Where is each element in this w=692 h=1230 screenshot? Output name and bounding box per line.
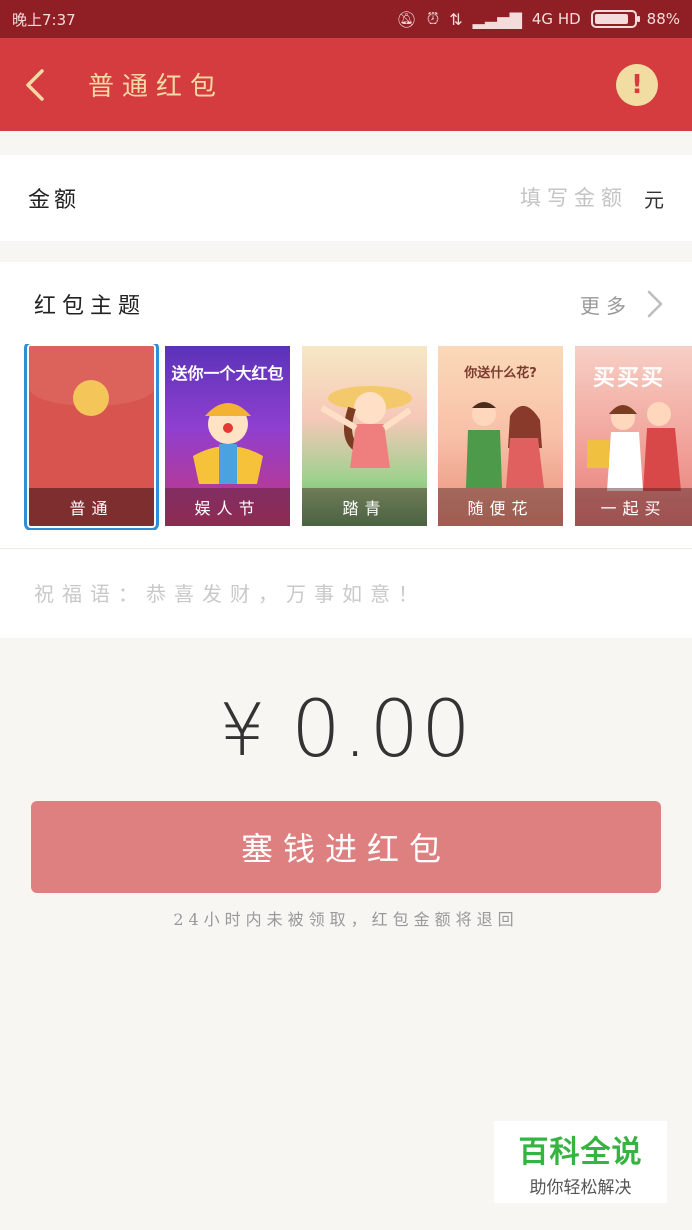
status-time: 晚上7:37 (12, 10, 76, 29)
amount-label: 金额 (28, 188, 81, 213)
theme-card-art-text: 送你一个大红包 (171, 364, 284, 383)
theme-card-caption: 普通 (29, 488, 154, 526)
network-type: 4G HD (531, 10, 581, 28)
amount-unit: 元 (644, 187, 664, 212)
watermark-title: 百科全说 (518, 1134, 643, 1170)
watermark-logo: 百科全说 助你轻松解决 (494, 1121, 667, 1203)
chevron-right-icon (647, 290, 663, 318)
theme-more-link[interactable]: 更多 (580, 289, 664, 319)
app-header: 普通红包 ! (0, 38, 692, 131)
back-arrow-icon (26, 68, 44, 101)
status-icons: 🔕︎ ⏰︎ ⇅ ▂▃▅▇ 4G HD 88% (396, 9, 680, 29)
blessing-row (0, 548, 692, 638)
battery-percent: 88% (646, 10, 680, 28)
theme-card-caption: 娱人节 (165, 488, 290, 526)
theme-header: 红包主题 更多 (0, 262, 692, 346)
theme-section: 红包主题 更多 普通 送你一个大红包 娱人节 踏青 你送什么花? 随便花 买买买… (0, 262, 692, 548)
status-bar: 晚上7:37 🔕︎ ⏰︎ ⇅ ▂▃▅▇ 4G HD 88% (0, 0, 692, 38)
battery-icon (590, 10, 640, 28)
back-button[interactable] (0, 38, 70, 131)
theme-more-label: 更多 (580, 293, 632, 318)
refund-notice: 24小时内未被领取，红包金额将退回 (173, 910, 519, 929)
battery-fill (594, 14, 629, 24)
alarm-icon: ⏰︎ (426, 9, 440, 28)
currency-symbol: ¥ (219, 688, 266, 772)
amount-row: 金额 元 (0, 155, 692, 241)
theme-card-fools-day[interactable]: 送你一个大红包 娱人节 (165, 346, 290, 526)
data-transfer-icon: ⇅ (449, 9, 463, 29)
theme-card-outing[interactable]: 踏青 (302, 346, 427, 526)
info-button[interactable]: ! (616, 64, 658, 106)
exclamation-icon: ! (631, 70, 643, 100)
theme-card-art-text: 买买买 (593, 366, 666, 391)
theme-card-flower[interactable]: 你送什么花? 随便花 (438, 346, 563, 526)
girl-hat-icon (320, 386, 412, 468)
watermark-subtitle: 助你轻松解决 (529, 1177, 632, 1198)
mute-icon: 🔕︎ (396, 9, 417, 29)
theme-card-caption: 一起买 (575, 488, 692, 526)
theme-title: 红包主题 (34, 294, 147, 319)
theme-card-caption: 随便花 (438, 488, 563, 526)
blessing-input[interactable] (34, 581, 658, 606)
theme-card-normal[interactable]: 普通 (24, 344, 159, 530)
amount-input[interactable] (428, 186, 628, 210)
clown-icon (193, 403, 263, 484)
page-title: 普通红包 (88, 72, 225, 102)
theme-list: 普通 送你一个大红包 娱人节 踏青 你送什么花? 随便花 买买买 一起买 (0, 344, 692, 530)
couple-icon (466, 402, 544, 488)
theme-card-caption: 踏青 (302, 488, 427, 526)
signal-icon: ▂▃▅▇ (472, 9, 522, 29)
total-amount: ¥ 0.00 (0, 680, 692, 780)
shoppers-icon (587, 402, 681, 491)
total-value: 0.00 (291, 685, 473, 775)
envelope-seal (73, 380, 109, 416)
put-money-button[interactable]: 塞钱进红包 (31, 801, 661, 893)
theme-card-buy-together[interactable]: 买买买 一起买 (575, 346, 692, 526)
theme-card-art-text: 你送什么花? (464, 366, 537, 381)
